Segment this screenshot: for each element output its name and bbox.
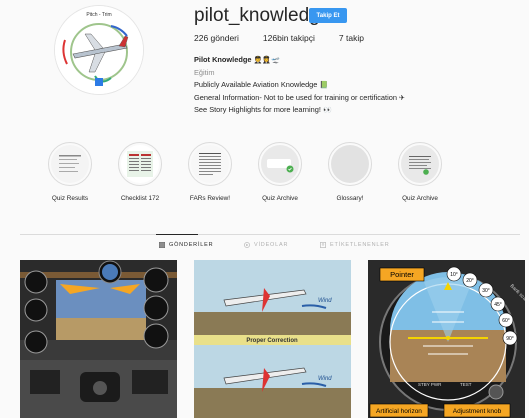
checklist-thumbnail-icon xyxy=(127,151,153,177)
post-crosswind-correction[interactable]: Wind Wind Proper Correction xyxy=(194,260,351,418)
svg-text:Artificial horizon: Artificial horizon xyxy=(376,408,422,415)
highlight-label: Quiz Archive xyxy=(402,195,438,202)
video-icon xyxy=(244,242,250,248)
quiz-archive-thumbnail-icon xyxy=(409,156,431,175)
highlight-fars-review[interactable]: FARs Review! xyxy=(180,142,240,202)
follow-button[interactable]: Takip Et xyxy=(309,8,347,23)
svg-text:STBY PWR: STBY PWR xyxy=(418,382,442,387)
highlight-quiz-archive[interactable]: Quiz Archive xyxy=(250,142,310,202)
profile-bio: Pilot Knowledge 🧑‍✈️👩‍✈️🛫 Eğitim Publicl… xyxy=(194,54,405,117)
following-count[interactable]: 7 takip xyxy=(339,33,364,43)
tag-icon xyxy=(320,242,326,248)
crosswind-diagram: Wind Wind Proper Correction xyxy=(194,260,351,418)
airplane-emoji-icon: ✈ xyxy=(399,93,405,102)
bio-line-1: Publicly Available Aviation Knowledge xyxy=(194,80,318,89)
svg-text:Adjustment knob: Adjustment knob xyxy=(453,408,502,415)
profile-avatar[interactable]: Pitch - Trim xyxy=(55,6,143,94)
svg-text:90°: 90° xyxy=(506,336,514,342)
quiz-thumbnail-icon xyxy=(59,155,81,172)
highlight-quiz-archive-2[interactable]: Quiz Archive xyxy=(390,142,450,202)
airplane-trim-illustration: Pitch - Trim xyxy=(55,6,143,94)
posts-count[interactable]: 226 gönderi xyxy=(194,33,239,43)
tabs-divider xyxy=(20,234,520,235)
tab-tagged[interactable]: ETİKETLENENLER xyxy=(320,242,390,248)
quiz-archive-thumbnail-icon xyxy=(267,159,294,173)
bio-category: Eğitim xyxy=(194,67,215,77)
highlight-quiz-results[interactable]: Quiz Results xyxy=(40,142,100,202)
attitude-indicator-diagram: Pointer 10° 20° 30° 45° 60° 90° Bank sca… xyxy=(368,260,525,418)
svg-text:10°: 10° xyxy=(450,272,458,278)
followers-count[interactable]: 126bin takipçi xyxy=(263,33,315,43)
bio-name: Pilot Knowledge xyxy=(194,55,252,64)
post-cockpit-panel[interactable] xyxy=(20,260,177,418)
highlight-label: Glossary! xyxy=(336,195,364,202)
svg-text:TEST: TEST xyxy=(460,382,472,387)
grid-icon xyxy=(159,242,165,248)
svg-text:Wind: Wind xyxy=(318,298,332,304)
profile-stats: 226 gönderi 126bin takipçi 7 takip xyxy=(194,33,388,43)
svg-text:Pitch - Trim: Pitch - Trim xyxy=(86,12,111,18)
document-thumbnail-icon xyxy=(199,153,221,175)
tab-label: VİDEOLAR xyxy=(254,242,289,248)
tab-label: ETİKETLENENLER xyxy=(330,242,390,248)
svg-text:60°: 60° xyxy=(502,318,510,324)
tab-label: GÖNDERİLER xyxy=(169,242,214,248)
pilot-emoji-icon: 🧑‍✈️👩‍✈️🛫 xyxy=(253,56,280,64)
post-attitude-indicator[interactable]: Pointer 10° 20° 30° 45° 60° 90° Bank sca… xyxy=(368,260,525,418)
highlight-label: Quiz Archive xyxy=(262,195,298,202)
svg-text:Proper Correction: Proper Correction xyxy=(246,338,298,344)
highlight-glossary[interactable]: Glossary! xyxy=(320,142,380,202)
svg-text:20°: 20° xyxy=(466,278,474,284)
tab-videos[interactable]: VİDEOLAR xyxy=(244,242,288,248)
active-tab-indicator xyxy=(156,234,198,235)
highlight-label: FARs Review! xyxy=(189,195,231,202)
svg-text:Pointer: Pointer xyxy=(390,270,414,279)
cockpit-image xyxy=(20,260,177,418)
highlight-checklist-172[interactable]: Checklist 172 xyxy=(110,142,170,202)
svg-text:45°: 45° xyxy=(494,302,502,308)
bio-line-2: General Information- Not to be used for … xyxy=(194,92,397,102)
highlight-label: Quiz Results xyxy=(51,195,89,202)
svg-text:Wind: Wind xyxy=(318,376,332,382)
eyes-emoji-icon: 👀 xyxy=(323,106,332,114)
book-emoji-icon: 📗 xyxy=(319,81,329,89)
tab-posts[interactable]: GÖNDERİLER xyxy=(159,242,213,248)
bio-line-3: See Story Highlights for more learning! xyxy=(194,105,321,114)
svg-text:30°: 30° xyxy=(482,288,490,294)
highlight-label: Checklist 172 xyxy=(120,195,160,202)
